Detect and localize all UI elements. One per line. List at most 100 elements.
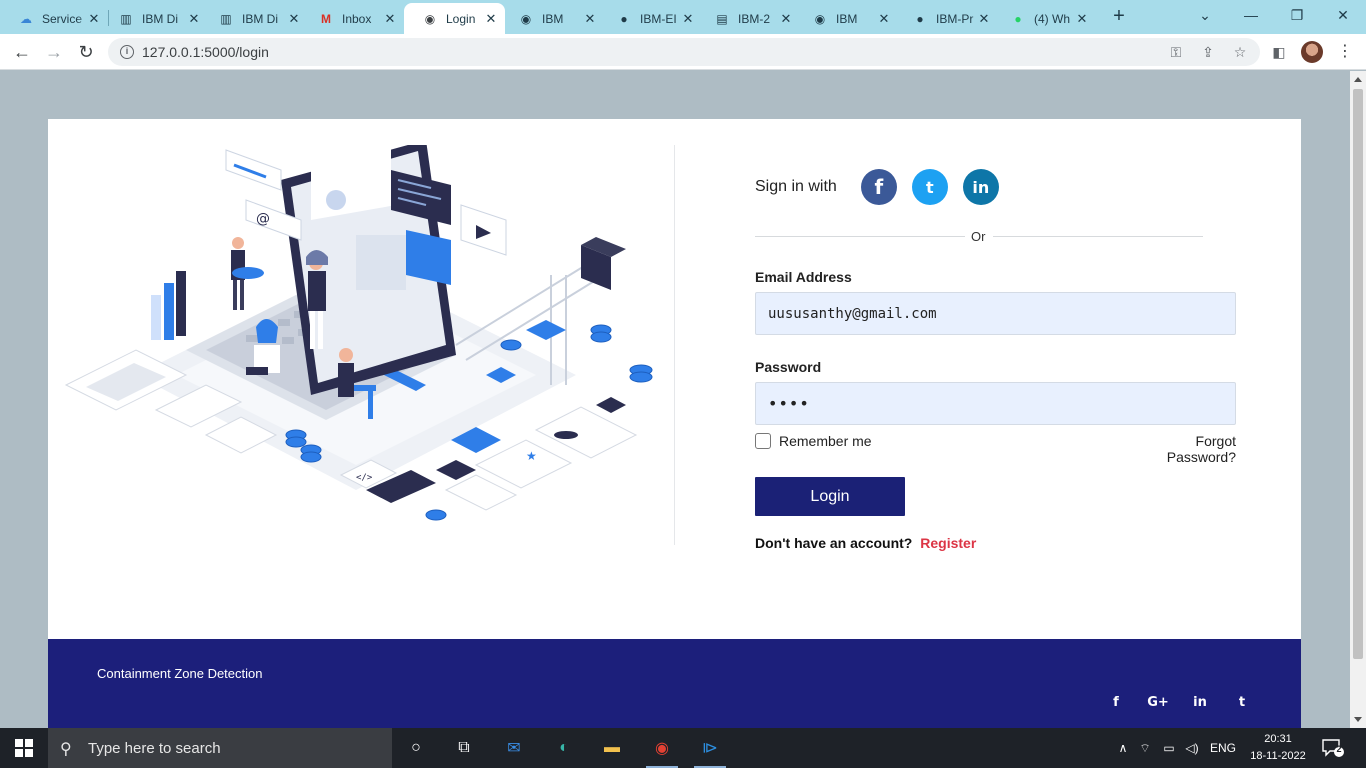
register-link[interactable]: Register [920,535,976,551]
vscode-icon[interactable]: ⧐ [686,728,734,768]
page-scrollbar[interactable] [1350,71,1366,728]
whatsapp-icon: ● [1014,11,1022,26]
close-icon[interactable]: ✕ [876,11,892,27]
password-field[interactable]: •••• [755,382,1236,425]
minimize-button[interactable]: — [1236,4,1266,26]
tab-search-chevron-icon[interactable]: ⌄ [1190,4,1220,26]
tab-ibm-2b[interactable]: ◉ IBM ✕ [794,3,898,34]
close-icon[interactable]: ✕ [778,11,794,27]
doc-icon: ▤ [716,11,728,26]
taskbar-search-input[interactable]: ⚲ Type here to search [48,728,392,768]
forgot-password-link[interactable]: Forgot Password? [1127,433,1236,465]
tab-ibm-di-2[interactable]: ▥ IBM Di ✕ [200,3,308,34]
close-icon[interactable]: ✕ [582,11,598,27]
side-panel-icon[interactable]: ◧ [1270,44,1288,62]
close-icon[interactable]: ✕ [680,11,696,27]
clock-date: 18-11-2022 [1250,750,1306,762]
globe-icon: ◉ [520,11,532,26]
search-icon: ⚲ [60,741,72,758]
back-button[interactable]: ← [10,40,34,64]
page-viewport: @ </> ★ Sign in with f t in Or Email Add… [0,71,1350,728]
cortana-icon[interactable]: ○ [392,728,440,768]
close-window-button[interactable]: ✕ [1328,4,1358,26]
tab-login[interactable]: ◉ Login ✕ [404,3,505,34]
volume-icon[interactable]: ◁) [1180,741,1204,755]
remember-me-checkbox[interactable] [755,433,771,449]
system-tray: ∧ ⌔ ▭ ◁) ENG [1114,728,1236,768]
wifi-icon[interactable]: ⌔ [1132,741,1158,756]
edge-icon[interactable]: ◐ [540,728,588,768]
grid-icon: ▥ [120,11,132,26]
github-icon: ● [620,11,628,26]
scroll-down-arrow-icon[interactable] [1354,717,1362,722]
reload-button[interactable]: ↻ [74,40,98,64]
social-signin-row: Sign in with f t in [755,169,999,205]
notification-count: 2 [1336,744,1342,754]
footer-facebook-icon[interactable]: f [1105,695,1127,710]
linkedin-icon[interactable]: in [962,169,999,205]
login-button[interactable]: Login [755,477,905,516]
tab-ibm-pr[interactable]: ● IBM-Pr ✕ [894,3,998,34]
chrome-icon[interactable]: ◉ [638,728,686,768]
svg-text:</>: </> [356,473,373,483]
footer-twitter-icon[interactable]: t [1231,695,1253,710]
windows-taskbar: ⚲ Type here to search ○ ⧉ ✉ ◐ ▬ ◉ ⧐ ∧ ⌔ … [0,728,1366,768]
email-label: Email Address [755,269,852,285]
close-icon[interactable]: ✕ [1074,11,1090,27]
grid-icon: ▥ [220,11,232,26]
scrollbar-thumb[interactable] [1353,89,1363,659]
footer-linkedin-icon[interactable]: in [1189,695,1211,710]
task-view-icon[interactable]: ⧉ [440,728,488,768]
bookmark-star-icon[interactable]: ☆ [1231,44,1249,62]
close-icon[interactable]: ✕ [382,11,398,27]
restore-button[interactable]: ❐ [1282,4,1312,26]
language-indicator[interactable]: ENG [1210,741,1236,755]
no-account-text: Don't have an account? [755,535,913,551]
key-icon[interactable]: ⚿ [1167,44,1185,62]
share-icon[interactable]: ⇪ [1199,44,1217,62]
tab-ibm-1[interactable]: ◉ IBM ✕ [500,3,604,34]
search-placeholder: Type here to search [88,739,221,757]
clock[interactable]: 20:31 18-11-2022 [1248,731,1308,765]
tab-service[interactable]: ☁ Service ✕ [0,3,108,34]
facebook-icon[interactable]: f [860,169,897,205]
site-info-icon[interactable]: i [120,45,134,59]
globe-icon: ◉ [424,11,436,26]
close-icon[interactable]: ✕ [976,11,992,27]
footer-google-plus-icon[interactable]: G+ [1147,695,1169,710]
signin-with-label: Sign in with [755,178,837,195]
mail-icon[interactable]: ✉ [490,728,538,768]
windows-start-button[interactable] [0,728,48,768]
password-label: Password [755,359,822,375]
address-url[interactable]: 127.0.0.1:5000/login [142,44,269,60]
close-icon[interactable]: ✕ [483,11,499,27]
gmail-icon: M [321,11,331,26]
address-bar[interactable]: i 127.0.0.1:5000/login [108,38,1260,66]
tab-inbox[interactable]: M Inbox ✕ [300,3,404,34]
tab-title: IBM Di [142,11,178,26]
chevron-up-icon[interactable]: ∧ [1114,741,1132,755]
notification-center-icon[interactable]: 2 [1322,738,1344,758]
scroll-up-arrow-icon[interactable] [1354,77,1362,82]
tab-whatsapp[interactable]: ● (4) Wh ✕ [992,3,1096,34]
register-row: Don't have an account? Register [755,535,976,551]
browser-tab-strip: ☁ Service ✕ ▥ IBM Di ✕ ▥ IBM Di ✕ M Inbo… [0,0,1366,34]
new-tab-button[interactable]: + [1108,6,1130,28]
login-card: @ </> ★ Sign in with f t in Or Email Add… [48,119,1301,639]
email-field[interactable]: uususanthy@gmail.com [755,292,1236,335]
github-icon: ● [916,11,924,26]
battery-icon[interactable]: ▭ [1158,741,1180,755]
tab-ibm-2[interactable]: ▤ IBM-2 ✕ [696,3,800,34]
profile-avatar[interactable] [1301,41,1323,63]
browser-menu-icon[interactable]: ⋮ [1337,42,1353,62]
tab-ibm-di-1[interactable]: ▥ IBM Di ✕ [100,3,208,34]
file-explorer-icon[interactable]: ▬ [588,728,636,768]
forward-button[interactable]: → [42,40,66,64]
tab-ibm-ei[interactable]: ● IBM-EI ✕ [598,3,702,34]
remember-me-row[interactable]: Remember me [755,433,872,449]
password-value: •••• [768,394,810,413]
globe-icon: ◉ [814,11,826,26]
remember-me-label: Remember me [779,433,872,449]
twitter-icon[interactable]: t [911,169,948,205]
tab-title: Service [42,11,83,26]
